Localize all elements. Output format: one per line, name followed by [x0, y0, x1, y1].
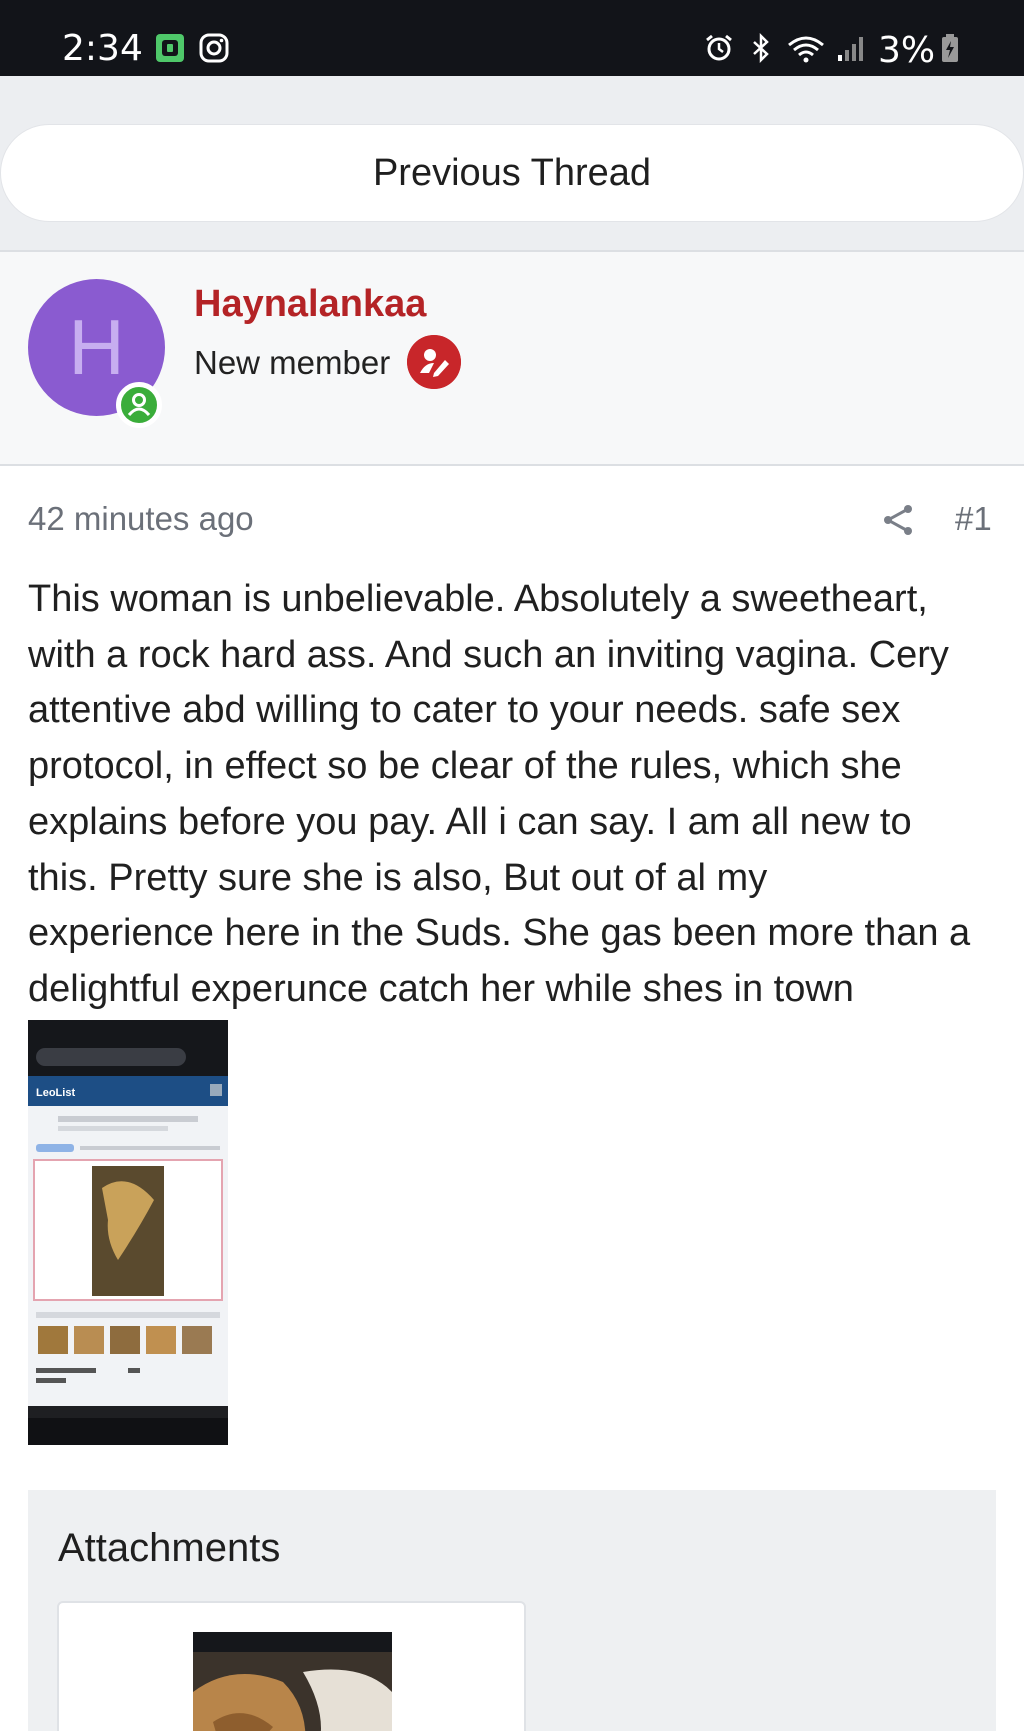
- inline-image-graphic: LeoList: [28, 1020, 228, 1445]
- attachment-thumbnail-graphic: [193, 1632, 392, 1731]
- app-notification-icon: [156, 34, 184, 62]
- battery-charging-icon: [942, 34, 958, 62]
- previous-thread-button[interactable]: Previous Thread: [0, 124, 1024, 222]
- alarm-icon: [706, 34, 732, 61]
- post-timestamp[interactable]: 42 minutes ago: [28, 500, 254, 538]
- post-line: explains before you pay. All i can say. …: [28, 800, 912, 843]
- post-line: experience here in the Suds. She gas bee…: [28, 912, 971, 955]
- username-link[interactable]: Haynalankaa: [194, 283, 426, 326]
- attachments-title: Attachments: [58, 1526, 281, 1570]
- post-line: this. Pretty sure she is also, But out o…: [28, 856, 768, 899]
- post-number-link[interactable]: #1: [955, 500, 992, 538]
- share-icon[interactable]: [880, 502, 916, 538]
- new-member-badge-icon: [407, 335, 461, 389]
- bluetooth-icon: [753, 33, 769, 63]
- online-status-icon: [116, 382, 162, 428]
- battery-percent: 3%: [878, 30, 936, 71]
- post-line: protocol, in effect so be clear of the r…: [28, 745, 902, 788]
- attachment-thumbnail[interactable]: [193, 1632, 392, 1731]
- instagram-icon: [199, 33, 229, 63]
- signal-icon: [838, 37, 863, 61]
- post-line: This woman is unbelievable. Absolutely a…: [28, 578, 928, 620]
- member-role: New member: [194, 344, 391, 381]
- wifi-icon: [788, 36, 824, 63]
- inline-image[interactable]: LeoList: [28, 1020, 228, 1445]
- clock: 2:34: [62, 28, 143, 69]
- post-body: This woman is unbelievable. Absolutely a…: [28, 572, 1008, 1018]
- status-bar: 2:34 3%: [0, 0, 1024, 76]
- post-line: attentive abd willing to cater to your n…: [28, 689, 901, 732]
- post-line: with a rock hard ass. And such an inviti…: [28, 633, 949, 676]
- post-line: delightful experunce catch her while she…: [28, 967, 854, 1010]
- inline-image-site-label: LeoList: [36, 1087, 75, 1099]
